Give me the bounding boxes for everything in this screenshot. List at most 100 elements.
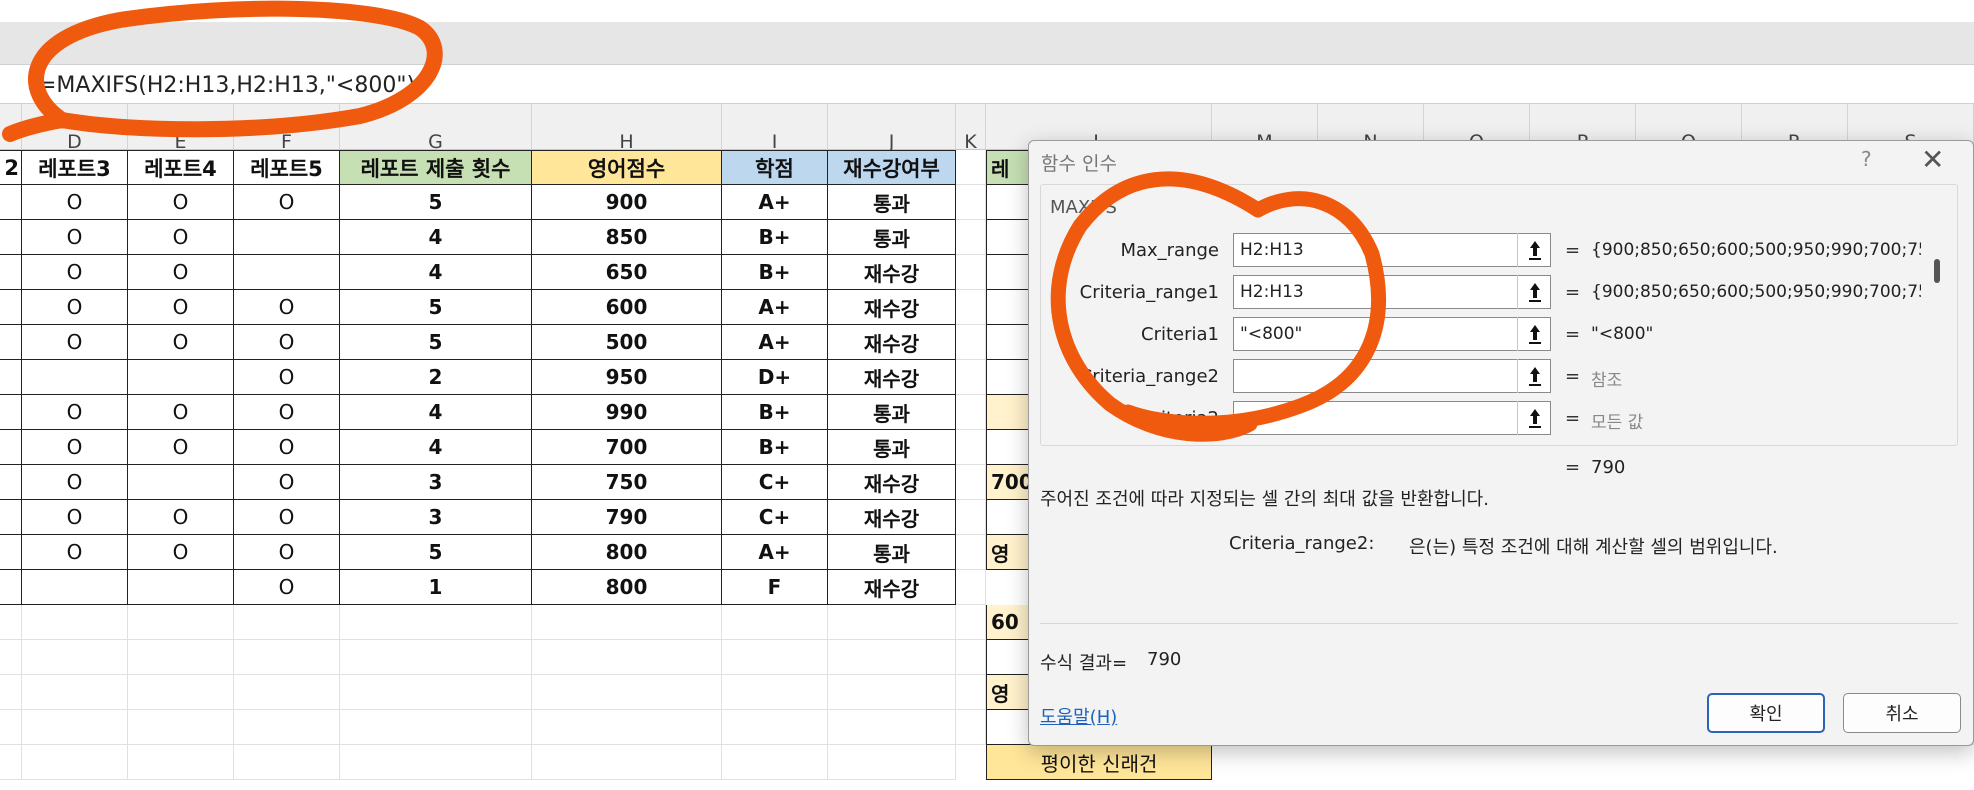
cell-submit-count[interactable]: 3 [340, 500, 532, 535]
cell-report3[interactable]: O [22, 185, 128, 220]
grid-cell[interactable] [340, 745, 532, 780]
collapse-dialog-icon[interactable] [1517, 233, 1551, 267]
formula-text[interactable]: =MAXIFS(H2:H13,H2:H13,"<800") [38, 73, 415, 98]
cell-report5[interactable]: O [234, 395, 340, 430]
header-cell-retake[interactable]: 재수강여부 [828, 150, 956, 185]
column-header-f[interactable]: F [234, 104, 340, 153]
arg-input[interactable]: H2:H13 [1233, 275, 1551, 309]
grid-cell[interactable] [0, 605, 22, 640]
cell-report3[interactable] [22, 570, 128, 605]
cell-c[interactable] [0, 220, 22, 255]
grid-cell[interactable] [340, 675, 532, 710]
cell-report3[interactable]: O [22, 430, 128, 465]
grid-cell[interactable] [956, 185, 986, 220]
column-header-j[interactable]: J [828, 104, 956, 153]
grid-cell[interactable] [956, 500, 986, 535]
cell-english-score[interactable]: 800 [532, 535, 722, 570]
cell-report5[interactable]: O [234, 360, 340, 395]
collapse-dialog-icon[interactable] [1517, 275, 1551, 309]
cell-english-score[interactable]: 750 [532, 465, 722, 500]
cell-english-score[interactable]: 800 [532, 570, 722, 605]
grid-cell[interactable] [128, 605, 234, 640]
cell-english-score[interactable]: 500 [532, 325, 722, 360]
cell-submit-count[interactable]: 4 [340, 255, 532, 290]
cell-report4[interactable]: O [128, 500, 234, 535]
cell-l[interactable]: 평이한 신래건 [986, 745, 1212, 780]
column-header-i[interactable]: I [722, 104, 828, 153]
arg-input-value[interactable]: H2:H13 [1240, 282, 1304, 302]
grid-cell[interactable] [722, 710, 828, 745]
cell-submit-count[interactable]: 4 [340, 430, 532, 465]
column-header-c[interactable] [0, 104, 22, 150]
cell-english-score[interactable]: 700 [532, 430, 722, 465]
cell-retake[interactable]: 통과 [828, 220, 956, 255]
cell-grade[interactable]: A+ [722, 535, 828, 570]
cell-grade[interactable]: C+ [722, 465, 828, 500]
cell-c[interactable] [0, 360, 22, 395]
grid-cell[interactable] [340, 710, 532, 745]
grid-cell[interactable] [956, 570, 986, 605]
cell-report3[interactable]: O [22, 395, 128, 430]
grid-cell[interactable] [0, 745, 22, 780]
cell-c[interactable] [0, 465, 22, 500]
cell-grade[interactable]: D+ [722, 360, 828, 395]
cell-report4[interactable]: O [128, 290, 234, 325]
grid-cell[interactable] [722, 675, 828, 710]
column-header-d[interactable]: D [22, 104, 128, 153]
cell-report4[interactable]: O [128, 535, 234, 570]
cell-report3[interactable]: O [22, 220, 128, 255]
column-header-e[interactable]: E [128, 104, 234, 153]
grid-cell[interactable] [128, 675, 234, 710]
collapse-dialog-icon[interactable] [1517, 401, 1551, 435]
arg-input[interactable] [1233, 359, 1551, 393]
cell-retake[interactable]: 재수강 [828, 255, 956, 290]
cell-report5[interactable]: O [234, 185, 340, 220]
grid-cell[interactable] [532, 710, 722, 745]
grid-cell[interactable] [828, 745, 956, 780]
grid-cell[interactable] [234, 745, 340, 780]
grid-cell[interactable] [128, 640, 234, 675]
grid-cell[interactable] [22, 675, 128, 710]
cell-retake[interactable]: 재수강 [828, 500, 956, 535]
cell-english-score[interactable]: 850 [532, 220, 722, 255]
cell-retake[interactable]: 통과 [828, 185, 956, 220]
grid-cell[interactable] [828, 710, 956, 745]
cell-grade[interactable]: A+ [722, 290, 828, 325]
grid-cell[interactable] [128, 710, 234, 745]
header-cell-grade[interactable]: 학점 [722, 150, 828, 185]
cell-grade[interactable]: C+ [722, 500, 828, 535]
scrollbar-thumb[interactable] [1934, 259, 1940, 283]
cell-english-score[interactable]: 900 [532, 185, 722, 220]
grid-cell[interactable] [956, 605, 986, 640]
cell-report4[interactable] [128, 465, 234, 500]
cell-report4[interactable]: O [128, 430, 234, 465]
arg-input-value[interactable]: "<800" [1240, 324, 1302, 344]
cell-c[interactable] [0, 430, 22, 465]
grid-cell[interactable] [722, 745, 828, 780]
header-cell-c[interactable]: 2 [0, 150, 22, 185]
grid-cell[interactable] [340, 605, 532, 640]
grid-cell[interactable] [22, 605, 128, 640]
cell-c[interactable] [0, 535, 22, 570]
grid-cell[interactable] [340, 640, 532, 675]
arg-input[interactable]: "<800" [1233, 317, 1551, 351]
grid-cell[interactable] [532, 745, 722, 780]
cell-grade[interactable]: A+ [722, 185, 828, 220]
grid-cell[interactable] [956, 640, 986, 675]
grid-cell[interactable] [828, 675, 956, 710]
cell-report4[interactable]: O [128, 325, 234, 360]
grid-cell[interactable] [956, 255, 986, 290]
grid-cell[interactable] [956, 220, 986, 255]
grid-cell[interactable] [532, 605, 722, 640]
grid-cell[interactable] [234, 675, 340, 710]
arg-input[interactable]: H2:H13 [1233, 233, 1551, 267]
cell-report5[interactable]: O [234, 465, 340, 500]
cell-submit-count[interactable]: 2 [340, 360, 532, 395]
cell-submit-count[interactable]: 5 [340, 535, 532, 570]
cell-c[interactable] [0, 325, 22, 360]
grid-cell[interactable] [722, 605, 828, 640]
cell-retake[interactable]: 재수강 [828, 325, 956, 360]
cell-report3[interactable]: O [22, 255, 128, 290]
cell-report3[interactable]: O [22, 325, 128, 360]
cell-submit-count[interactable]: 4 [340, 220, 532, 255]
